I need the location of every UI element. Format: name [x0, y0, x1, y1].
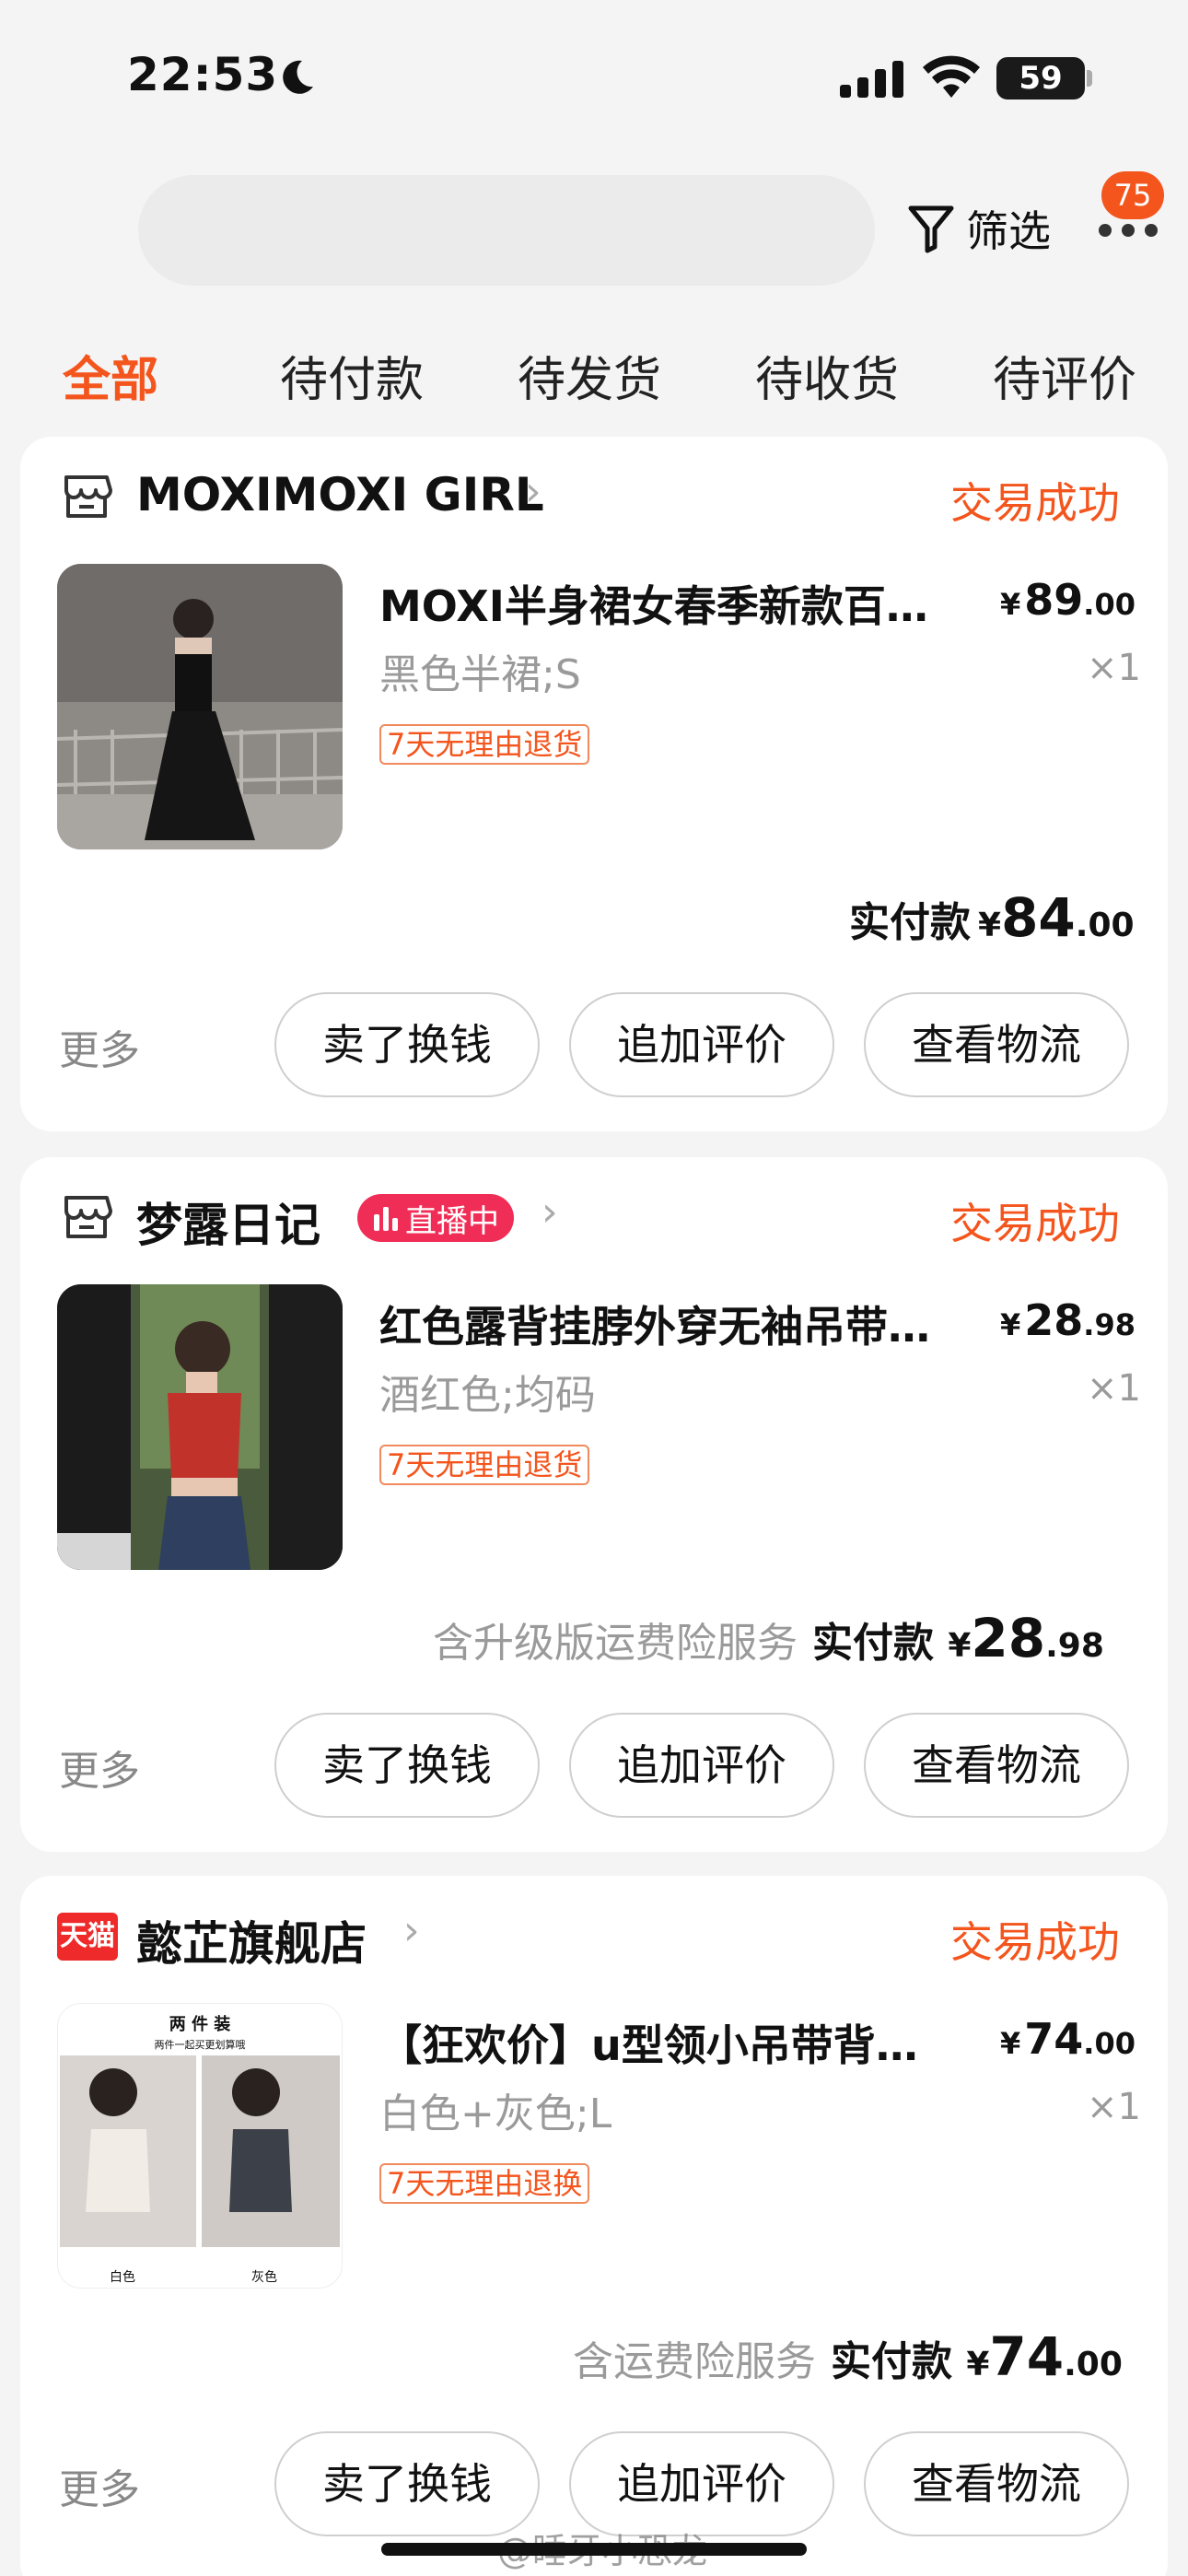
add-review-button[interactable]: 追加评价 [569, 2431, 834, 2536]
paid-label: 实付款 [812, 1620, 934, 1667]
order-card[interactable]: MOXIMOXI GIRL › 交易成功 MOXI半身裙女春季新款百… ¥89.… [20, 437, 1168, 1131]
order-status: 交易成功 [950, 1199, 1120, 1248]
price-integer: 89 [1024, 575, 1084, 625]
currency-symbol: ¥ [1000, 1307, 1021, 1342]
price-decimal: .00 [1083, 2026, 1136, 2061]
resell-button[interactable]: 卖了换钱 [274, 992, 540, 1097]
product-title[interactable]: MOXI半身裙女春季新款百… [379, 573, 969, 634]
more-link[interactable]: 更多 [59, 1017, 140, 1076]
product-spec: 白色+灰色;L [379, 2090, 612, 2137]
order-card[interactable]: 梦露日记 直播中 › 交易成功 红色露背挂脖外穿无袖吊带… ¥28.98 酒红色… [20, 1157, 1168, 1852]
paid-decimal: .98 [1045, 1627, 1104, 1665]
paid-decimal: .00 [1075, 907, 1135, 944]
paid-row: 含升级版运费险服务 实付款 ¥28.98 [433, 1607, 1104, 1669]
paid-decimal: .00 [1064, 2346, 1123, 2383]
store-icon [64, 475, 112, 518]
product-title[interactable]: 【狂欢价】u型领小吊带背… [379, 2012, 969, 2073]
paid-amount: 实付款 ¥84.00 [849, 886, 1135, 949]
product-spec: 黑色半裙;S [379, 651, 581, 698]
moon-icon [283, 60, 313, 94]
search-input[interactable] [138, 175, 875, 286]
view-logistics-button[interactable]: 查看物流 [864, 992, 1129, 1097]
resell-button[interactable]: 卖了换钱 [274, 2431, 540, 2536]
home-indicator[interactable] [381, 2543, 807, 2556]
return-policy-tag: 7天无理由退货 [379, 1445, 590, 1485]
live-label: 直播中 [405, 1202, 499, 1240]
product-quantity: ×1 [1087, 647, 1141, 689]
product-quantity: ×1 [1087, 1367, 1141, 1410]
insurance-service: 含升级版运费险服务 [433, 1620, 798, 1667]
order-status: 交易成功 [950, 1917, 1120, 1967]
paid-amount: 实付款 ¥74.00 [831, 2325, 1123, 2388]
add-review-button[interactable]: 追加评价 [569, 1713, 834, 1818]
chevron-right-icon: › [403, 1907, 420, 1954]
paid-row: 含运费险服务 实付款 ¥74.00 [573, 2325, 1123, 2388]
add-review-button[interactable]: 追加评价 [569, 992, 834, 1097]
tab-pending-review[interactable]: 待评价 [993, 341, 1136, 410]
return-policy-tag: 7天无理由退货 [379, 724, 590, 765]
status-time: 22:53 [127, 48, 279, 101]
price-integer: 28 [1024, 1295, 1084, 1345]
paid-amount: 实付款 ¥28.98 [812, 1607, 1104, 1669]
tab-pending-payment[interactable]: 待付款 [280, 341, 424, 410]
paid-label: 实付款 [831, 2338, 952, 2385]
currency-symbol: ¥ [966, 2346, 990, 2383]
product-spec: 酒红色;均码 [379, 1372, 596, 1419]
order-tabs: 全部 待付款 待发货 待收货 待评价 [0, 341, 1188, 415]
return-policy-tag: 7天无理由退换 [379, 2163, 590, 2204]
chevron-right-icon: › [542, 1188, 558, 1235]
insurance-service: 含运费险服务 [573, 2338, 816, 2385]
thumb-subheading: 两件一起买更划算哦 [154, 2039, 246, 2051]
product-price: ¥74.00 [1000, 2014, 1136, 2064]
order-card[interactable]: 天猫 懿芷旗舰店 › 交易成功 两 件 装 两件一起买更划算哦 白色 灰色 【狂… [20, 1876, 1168, 2576]
store-icon [64, 1196, 112, 1238]
chevron-right-icon: › [525, 468, 542, 515]
thumb-left-caption: 白色 [110, 2270, 135, 2285]
product-price: ¥89.00 [1000, 575, 1136, 625]
order-status: 交易成功 [950, 478, 1120, 528]
price-decimal: .98 [1083, 1307, 1136, 1342]
resell-button[interactable]: 卖了换钱 [274, 1713, 540, 1818]
currency-symbol: ¥ [1000, 587, 1021, 622]
filter-button[interactable]: 筛选 [907, 198, 1051, 259]
product-title[interactable]: 红色露背挂脖外穿无袖吊带… [379, 1294, 969, 1354]
paid-integer: 28 [971, 1607, 1046, 1669]
product-image[interactable]: 两 件 装 两件一起买更划算哦 白色 灰色 [57, 2003, 343, 2289]
price-decimal: .00 [1083, 587, 1136, 622]
thumb-heading: 两 件 装 [169, 2015, 231, 2034]
more-link[interactable]: 更多 [59, 2456, 140, 2515]
currency-symbol: ¥ [948, 1627, 972, 1665]
product-image[interactable] [57, 564, 343, 849]
more-link[interactable]: 更多 [59, 1738, 140, 1797]
view-logistics-button[interactable]: 查看物流 [864, 1713, 1129, 1818]
price-integer: 74 [1024, 2014, 1084, 2064]
paid-label: 实付款 [849, 899, 971, 946]
view-logistics-button[interactable]: 查看物流 [864, 2431, 1129, 2536]
tab-all[interactable]: 全部 [63, 341, 158, 410]
live-bars-icon [374, 1207, 398, 1231]
shop-name[interactable]: MOXIMOXI GIRL [136, 468, 544, 521]
product-image[interactable] [57, 1284, 343, 1570]
product-price: ¥28.98 [1000, 1295, 1136, 1345]
currency-symbol: ¥ [978, 907, 1002, 944]
currency-symbol: ¥ [1000, 2026, 1021, 2061]
live-badge[interactable]: 直播中 [357, 1194, 514, 1242]
filter-icon [908, 205, 954, 253]
tmall-badge: 天猫 [57, 1913, 118, 1961]
paid-integer: 84 [1001, 886, 1076, 949]
notification-badge: 75 [1101, 171, 1164, 219]
shop-name[interactable]: 懿芷旗舰店 [136, 1907, 367, 1973]
thumb-right-caption: 灰色 [251, 2270, 277, 2285]
shop-name[interactable]: 梦露日记 [136, 1188, 320, 1255]
product-quantity: ×1 [1087, 2086, 1141, 2128]
filter-label: 筛选 [966, 206, 1051, 256]
tab-pending-shipment[interactable]: 待发货 [518, 341, 661, 410]
battery-indicator: 59 [996, 57, 1092, 100]
paid-integer: 74 [989, 2325, 1065, 2388]
tab-pending-receipt[interactable]: 待收货 [755, 341, 899, 410]
signal-icon [840, 61, 903, 98]
wifi-icon [923, 55, 980, 98]
